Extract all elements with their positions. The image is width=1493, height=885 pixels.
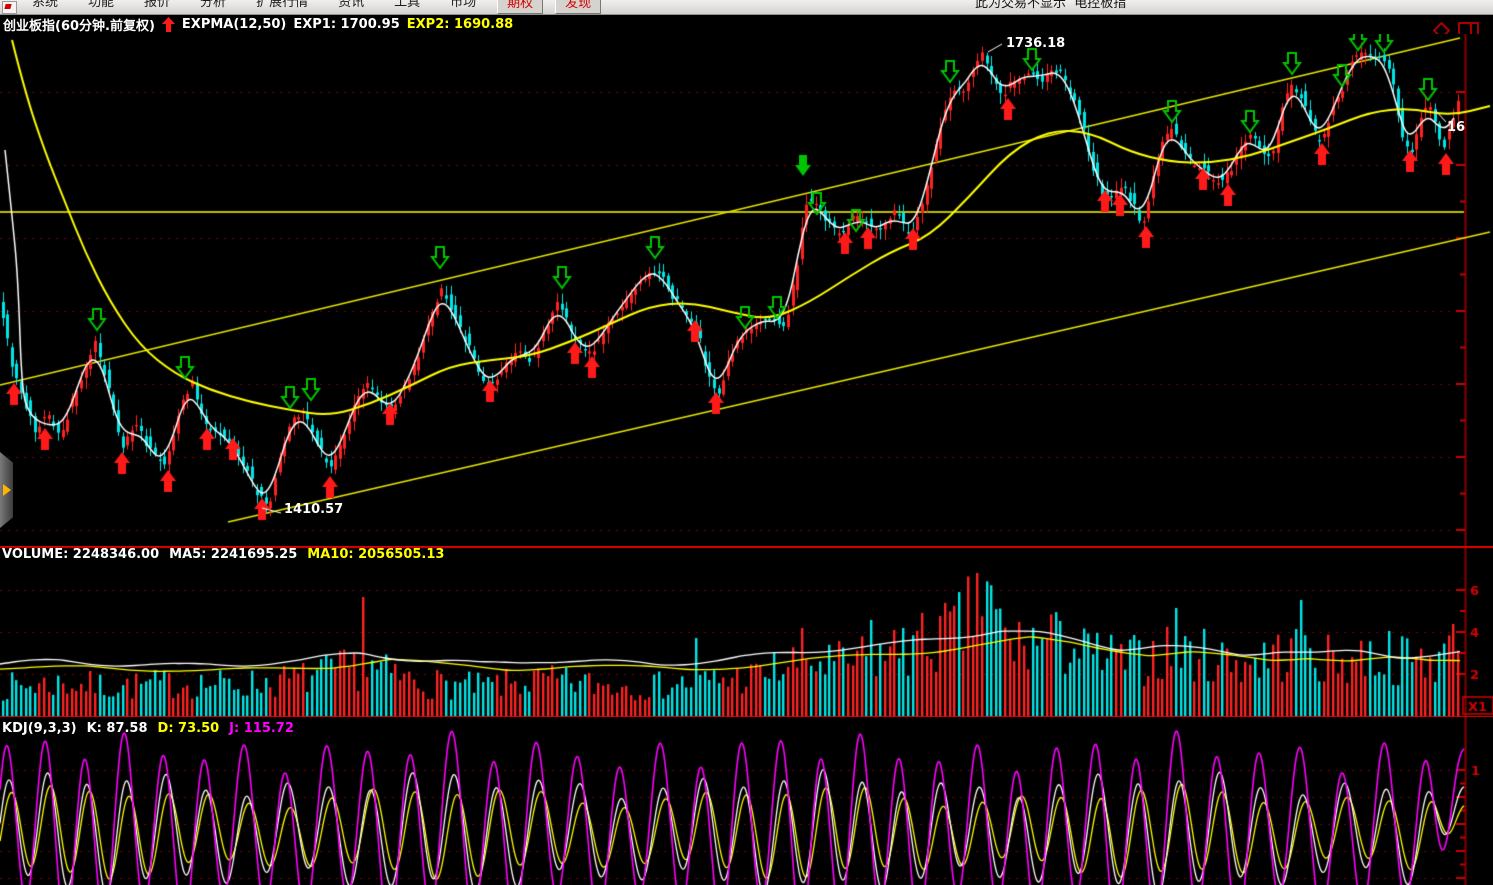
kdj-name: KDJ(9,3,3) (2, 721, 77, 736)
kdj-d-value: D: 73.50 (158, 721, 220, 736)
menu-right-text: 此为交易不显示 电控板指 (975, 0, 1126, 13)
expand-arrow-icon (3, 484, 11, 496)
annotation-right-edge: 16 (1447, 120, 1465, 135)
trading-app-window: 系统功能报价分析扩展行情资讯工具市场期权发现 此为交易不显示 电控板指 创业板指… (0, 0, 1493, 885)
red-up-arrow-icon (162, 17, 175, 32)
annotation-low: 1410.57 (284, 502, 343, 517)
menu-item-8[interactable]: 市场 (435, 0, 491, 12)
menu-item-6[interactable]: 资讯 (323, 0, 379, 12)
chart-title: 创业板指(60分钟.前复权) (3, 15, 155, 34)
menu-item-7[interactable]: 工具 (379, 0, 435, 12)
sidebar-expand-handle[interactable] (0, 452, 13, 528)
kdj-chart[interactable] (0, 717, 1493, 885)
menu-items: 系统功能报价分析扩展行情资讯工具市场期权发现 (0, 0, 1493, 14)
app-logo-icon (2, 1, 17, 14)
kdj-j-value: J: 115.72 (229, 721, 294, 736)
menu-item-3[interactable]: 报价 (129, 0, 185, 12)
menu-item-1[interactable]: 系统 (17, 0, 73, 12)
chart-header: 创业板指(60分钟.前复权) EXPMA(12,50) EXP1: 1700.9… (0, 15, 1493, 34)
volume-chart[interactable] (0, 546, 1493, 717)
kdj-header: KDJ(9,3,3) K: 87.58 D: 73.50 J: 115.72 (2, 721, 294, 736)
volume-value: VOLUME: 2248346.00 (2, 547, 159, 562)
indicator-label: EXPMA(12,50) (182, 17, 286, 32)
menu-item-4[interactable]: 分析 (185, 0, 241, 12)
menu-item-10[interactable]: 发现 (555, 0, 601, 14)
menu-bar: 系统功能报价分析扩展行情资讯工具市场期权发现 此为交易不显示 电控板指 (0, 0, 1493, 15)
exp1-value: EXP1: 1700.95 (293, 17, 399, 32)
volume-ma5-value: MA5: 2241695.25 (169, 547, 297, 562)
menu-item-5[interactable]: 扩展行情 (241, 0, 323, 12)
volume-ma10-value: MA10: 2056505.13 (307, 547, 444, 562)
kdj-k-value: K: 87.58 (87, 721, 148, 736)
exp2-value: EXP2: 1690.88 (407, 17, 513, 32)
menu-item-9[interactable]: 期权 (497, 0, 543, 14)
annotation-high: 1736.18 (1006, 36, 1065, 51)
menu-item-2[interactable]: 功能 (73, 0, 129, 12)
volume-header: VOLUME: 2248346.00 MA5: 2241695.25 MA10:… (2, 547, 444, 562)
main-price-chart[interactable] (0, 34, 1493, 546)
